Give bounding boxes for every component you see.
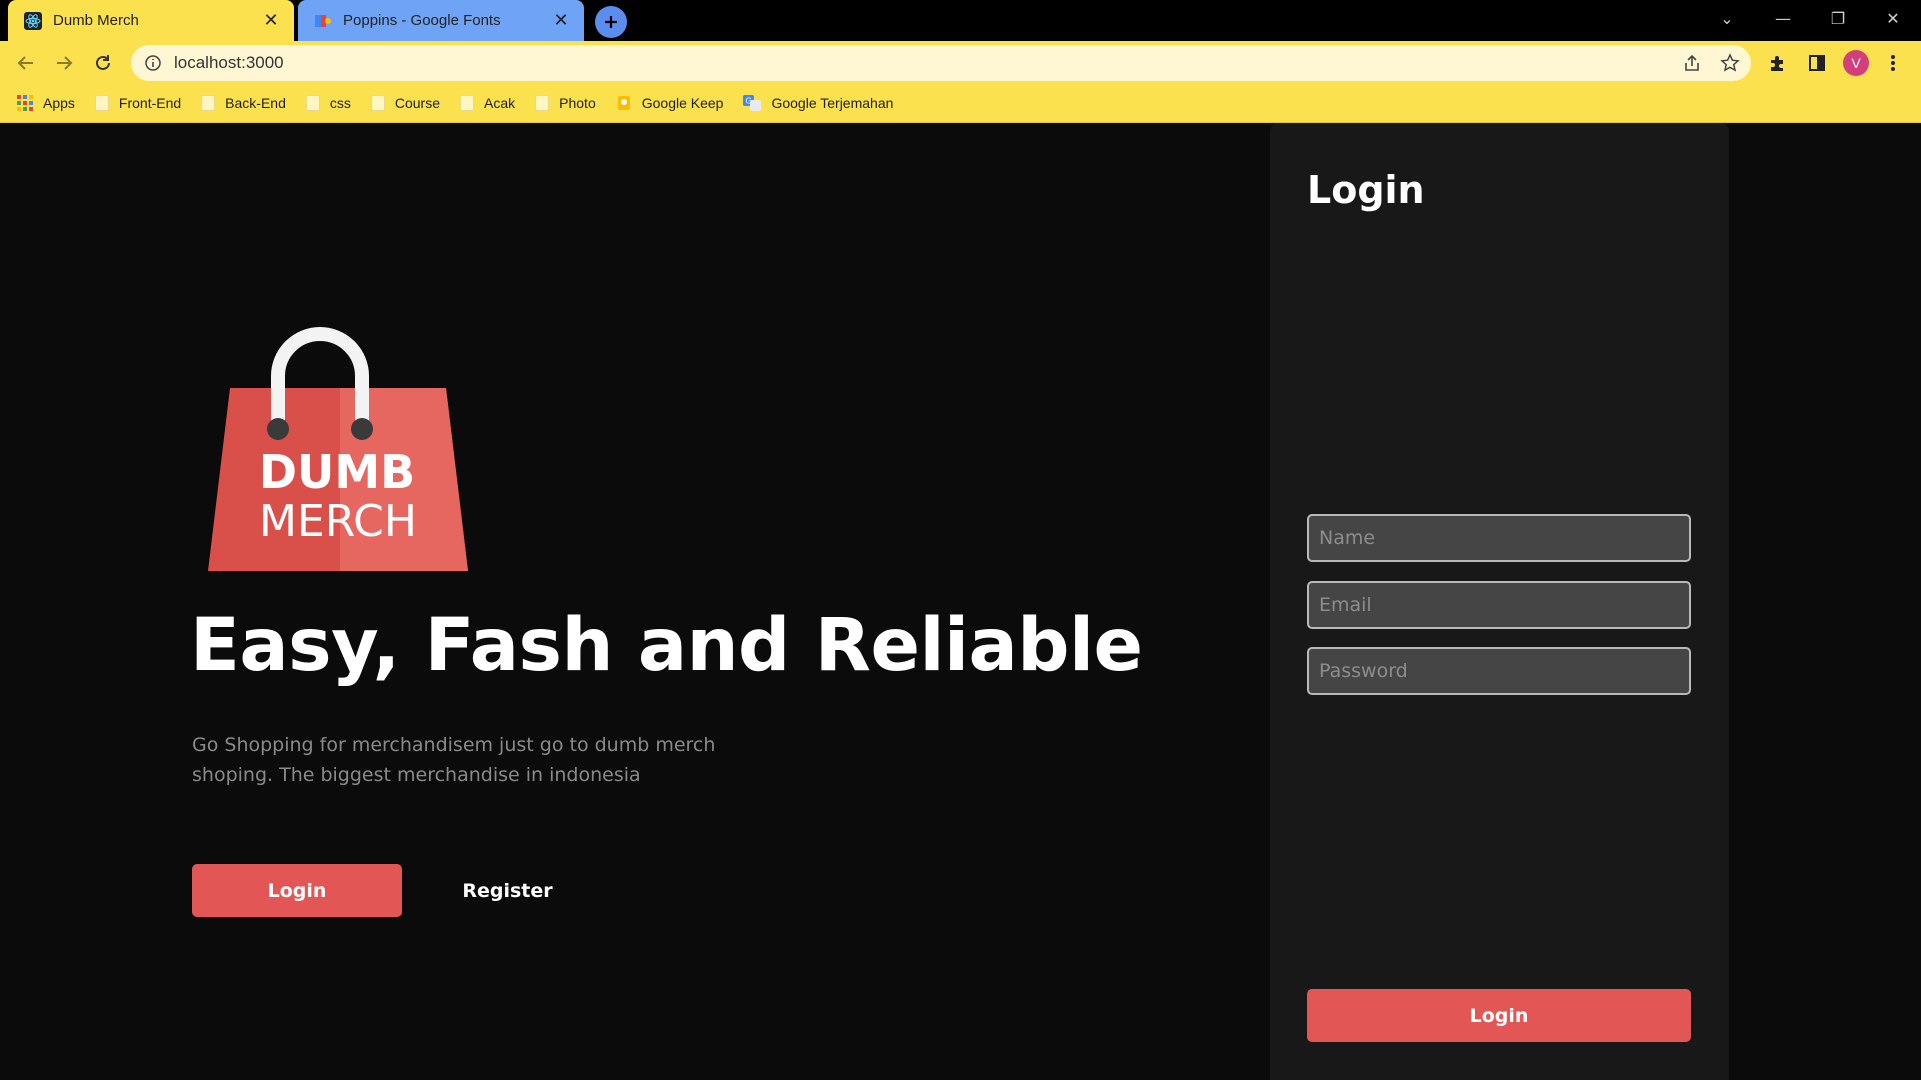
reload-button[interactable] — [86, 46, 120, 80]
tab-dumb-merch[interactable]: Dumb Merch ✕ — [8, 0, 294, 41]
bookmark-label: css — [329, 95, 351, 111]
info-icon[interactable] — [144, 54, 162, 72]
share-icon[interactable] — [1678, 49, 1706, 77]
login-panel-title: Login — [1307, 168, 1425, 212]
minimize-button[interactable]: — — [1755, 0, 1811, 36]
close-tab-icon[interactable]: ✕ — [260, 10, 282, 32]
avatar: V — [1843, 50, 1869, 76]
bookmark-star-icon[interactable] — [1716, 49, 1744, 77]
google-translate-icon: G — [743, 94, 762, 112]
hero-login-button[interactable]: Login — [192, 864, 402, 917]
address-bar[interactable]: localhost:3000 — [131, 45, 1751, 81]
reload-icon — [96, 55, 110, 70]
tab-title: Dumb Merch — [53, 12, 139, 29]
bag-rivet-right — [351, 418, 373, 440]
bookmark-front-end[interactable]: Front-End — [94, 95, 182, 111]
bookmark-photo[interactable]: Photo — [535, 95, 596, 111]
bookmark-back-end[interactable]: Back-End — [201, 95, 286, 111]
bookmarks-bar: Apps Front-End Back-End css Course Acak … — [0, 84, 1921, 123]
arrow-right-icon — [57, 56, 73, 70]
bookmark-apps[interactable]: Apps — [17, 95, 75, 111]
arrow-left-icon — [17, 56, 33, 70]
tab-poppins-google-fonts[interactable]: Poppins - Google Fonts ✕ — [298, 0, 584, 41]
restore-button[interactable]: ❐ — [1810, 0, 1866, 36]
google-fonts-icon — [314, 12, 332, 30]
extensions-puzzle-icon[interactable] — [1761, 46, 1795, 80]
react-icon — [24, 11, 42, 30]
side-panel-icon[interactable] — [1800, 46, 1834, 80]
profile-button[interactable]: V — [1839, 46, 1873, 80]
tab-search-chevron-down-icon[interactable]: ⌄ — [1699, 0, 1755, 36]
address-url[interactable]: localhost:3000 — [174, 53, 284, 73]
folder-icon — [370, 95, 385, 111]
password-field[interactable] — [1307, 647, 1691, 695]
apps-grid-icon — [17, 95, 33, 111]
bookmark-label: Back-End — [225, 95, 286, 111]
landing-page: DUMB MERCH Easy, Fash and Reliable Go Sh… — [0, 123, 1921, 1080]
close-tab-icon[interactable]: ✕ — [550, 10, 572, 32]
bookmark-label: Google Keep — [641, 95, 724, 111]
hero-register-button[interactable]: Register — [440, 864, 575, 917]
login-panel: Login Login — [1270, 123, 1729, 1080]
folder-icon — [94, 95, 109, 111]
bookmark-label: Front-End — [118, 95, 182, 111]
bookmark-css[interactable]: css — [305, 95, 351, 111]
bag-rivet-left — [267, 418, 289, 440]
bookmark-label: Photo — [559, 95, 596, 111]
new-tab-button[interactable] — [595, 6, 627, 38]
logo-text-merch: MERCH — [259, 496, 417, 547]
close-window-button[interactable]: ✕ — [1865, 0, 1921, 36]
folder-icon — [305, 95, 320, 111]
bookmark-label: Apps — [43, 95, 75, 111]
plus-icon — [605, 16, 617, 28]
menu-kebab-icon[interactable] — [1876, 46, 1910, 80]
back-button[interactable] — [9, 46, 43, 80]
login-submit-button[interactable]: Login — [1307, 989, 1691, 1042]
folder-icon — [535, 95, 550, 111]
tab-title: Poppins - Google Fonts — [343, 12, 501, 29]
folder-icon — [201, 95, 216, 111]
email-field[interactable] — [1307, 581, 1691, 629]
browser-toolbar: localhost:3000 V — [0, 41, 1921, 84]
google-keep-icon — [616, 95, 632, 111]
name-field[interactable] — [1307, 514, 1691, 562]
bookmark-label: Acak — [484, 95, 516, 111]
bookmark-acak[interactable]: Acak — [460, 95, 515, 111]
bookmark-course[interactable]: Course — [370, 95, 441, 111]
bookmark-google-terjemahan[interactable]: G Google Terjemahan — [743, 94, 893, 112]
tab-strip: Dumb Merch ✕ Poppins - Google Fonts ✕ ⌄ … — [0, 0, 1921, 41]
bookmark-google-keep[interactable]: Google Keep — [616, 95, 724, 111]
bookmark-label: Course — [394, 95, 441, 111]
dumb-merch-logo: DUMB MERCH — [208, 327, 468, 571]
forward-button[interactable] — [47, 46, 81, 80]
svg-text:G: G — [746, 97, 752, 106]
logo-text-dumb: DUMB — [259, 445, 415, 499]
hero-description: Go Shopping for merchandisem just go to … — [192, 734, 716, 786]
folder-icon — [460, 95, 475, 111]
bookmark-label: Google Terjemahan — [771, 95, 894, 111]
hero-headline: Easy, Fash and Reliable — [190, 603, 1143, 688]
